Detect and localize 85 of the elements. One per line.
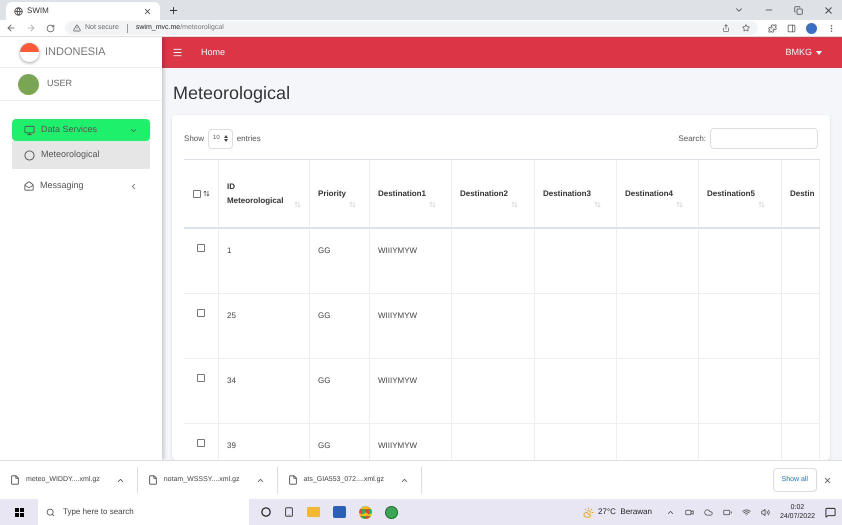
column-header[interactable]: Priority [310,160,370,227]
table-cell: GG [318,441,330,450]
file-icon [148,475,158,485]
file-icon [10,475,20,485]
select-arrows-icon [224,135,228,142]
page-title: Meteorological [172,82,292,105]
table-cell: WIIIYMYW [378,246,418,255]
table-cell: WIIIYMYW [378,376,418,385]
account-menu[interactable]: BMKG [785,46,822,60]
table-cell: 1 [227,246,232,255]
user-name: USER [47,77,72,90]
row-checkbox[interactable] [197,439,205,447]
column-header[interactable]: Destination4 [617,160,699,227]
share-icon[interactable] [722,24,730,32]
profile-avatar[interactable] [806,22,817,34]
column-header[interactable]: Destination2 [452,160,535,227]
caret-icon [816,50,822,54]
reload-icon[interactable] [46,24,55,32]
sort-icon [202,190,210,197]
sidebar-group[interactable]: Messaging [12,175,150,197]
entries-label: entries [236,132,261,144]
sidebar-group[interactable]: Data Services [12,119,150,141]
wifi-icon[interactable] [742,508,751,516]
menu-icon[interactable] [172,47,183,58]
envelope-icon [24,181,34,191]
column-header[interactable]: Destination1 [370,160,452,227]
new-tab-icon[interactable] [168,5,179,16]
search-placeholder: Type here to search [63,506,134,518]
star-icon[interactable] [742,24,750,32]
sort-icon [676,201,684,208]
table-cell: 25 [227,311,236,320]
sort-icon [594,201,602,208]
side-panel-icon[interactable] [787,24,796,32]
table-cell: WIIIYMYW [378,441,418,450]
search-label: Search: [678,132,706,144]
table-cell: WIIIYMYW [378,311,418,320]
search-field[interactable] [710,128,818,149]
sort-icon [429,201,436,208]
close-icon[interactable] [823,4,834,16]
row-checkbox[interactable] [197,374,205,382]
sort-icon [511,201,518,208]
column-header[interactable]: Destination5 [699,160,782,227]
warning-icon [73,24,81,32]
sort-icon [758,201,766,208]
battery-icon[interactable] [722,508,732,516]
puzzle-icon[interactable] [768,24,777,32]
circle-icon [24,150,35,160]
sidebar-item[interactable]: Meteorological [12,141,150,169]
search-icon [46,508,55,516]
sort-icon [349,201,356,208]
chevron-left-icon [129,182,138,190]
sort-icon [294,201,301,208]
column-header[interactable]: Destin [782,160,820,227]
back-icon[interactable] [6,23,16,33]
select-all-checkbox[interactable] [192,190,200,198]
monitor-icon [24,124,35,136]
row-checkbox[interactable] [197,244,205,252]
table-cell: 34 [227,376,236,385]
cloud-icon[interactable] [704,508,713,516]
taskbar-search-field[interactable]: Type here to search [38,499,249,525]
user-avatar [18,74,39,94]
table-cell: GG [318,246,330,255]
cortana-icon[interactable] [261,507,271,517]
table-cell: GG [318,376,330,385]
close-icon[interactable] [143,6,152,16]
show-label: Show [184,132,204,144]
weather-icon [583,506,594,518]
notifications-icon[interactable] [825,506,836,518]
file-icon [288,475,298,485]
close-icon[interactable] [823,476,832,484]
table-cell: 39 [227,441,236,450]
volume-icon[interactable] [760,508,770,516]
weather-text[interactable]: 27°C Berawan [598,506,652,518]
row-checkbox[interactable] [197,309,205,317]
column-header[interactable]: ID Meteorological [219,160,310,227]
flag-logo [20,42,39,62]
app-icon[interactable] [385,506,398,518]
video-icon[interactable] [684,508,694,516]
restore-icon[interactable] [794,6,803,14]
globe-icon [14,6,23,16]
browser-tab[interactable]: SWIM [6,2,160,20]
home-link[interactable]: Home [201,46,226,60]
table-cell: GG [318,311,330,320]
brand-name: INDONESIA [45,44,106,60]
column-header[interactable]: Destination3 [535,160,617,227]
